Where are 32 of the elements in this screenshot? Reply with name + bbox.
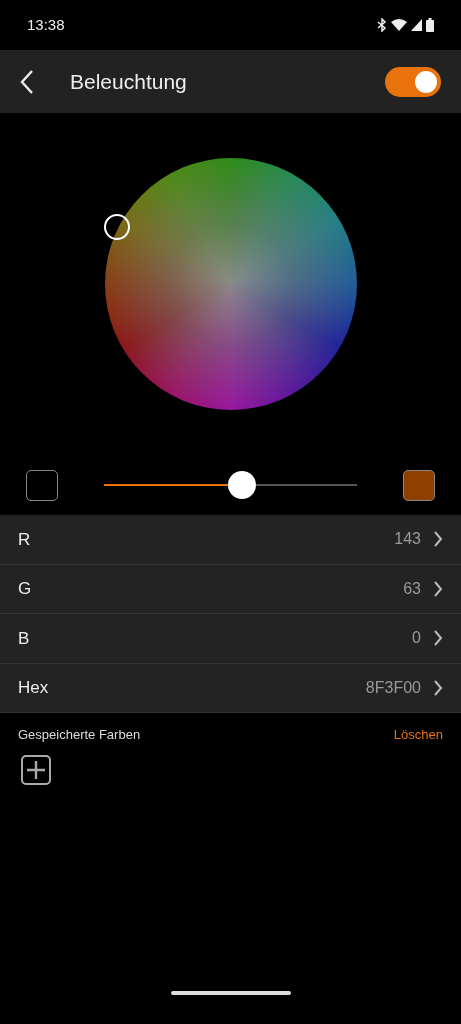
back-icon[interactable]	[20, 69, 34, 94]
clear-link[interactable]: Löschen	[393, 725, 443, 745]
value-row[interactable]: Hex 8F3F00	[0, 663, 461, 713]
row-label: R	[18, 528, 32, 551]
row-value: 0	[412, 628, 421, 649]
value-row[interactable]: R 143	[0, 515, 461, 565]
row-label: G	[18, 578, 33, 600]
color-picker-handle[interactable]	[103, 214, 130, 240]
value-row[interactable]: B 0	[0, 614, 461, 664]
battery-icon	[426, 18, 434, 32]
page-title: Beleuchtung	[70, 68, 188, 95]
lighting-toggle[interactable]	[385, 66, 441, 97]
row-value: 8F3F00	[365, 677, 421, 698]
chevron-icon	[433, 679, 443, 696]
status-time: 13:38	[27, 14, 65, 35]
slider-thumb[interactable]	[227, 471, 256, 499]
section-title: Gespeicherte Farben	[18, 726, 141, 744]
home-indicator[interactable]	[170, 990, 291, 995]
row-label: Hex	[18, 677, 50, 699]
row-value: 143	[394, 529, 421, 550]
row-value: 63	[403, 578, 421, 599]
chevron-icon	[433, 580, 443, 597]
chevron-icon	[433, 630, 443, 647]
dark-swatch	[26, 469, 58, 501]
chevron-icon	[433, 531, 443, 548]
color-swatch	[403, 469, 435, 501]
value-row[interactable]: G 63	[0, 564, 461, 614]
add-icon[interactable]	[21, 754, 51, 785]
row-label: B	[18, 627, 31, 650]
wifi-icon	[391, 19, 407, 31]
signal-icon	[411, 19, 422, 31]
bluetooth-icon	[377, 18, 387, 32]
